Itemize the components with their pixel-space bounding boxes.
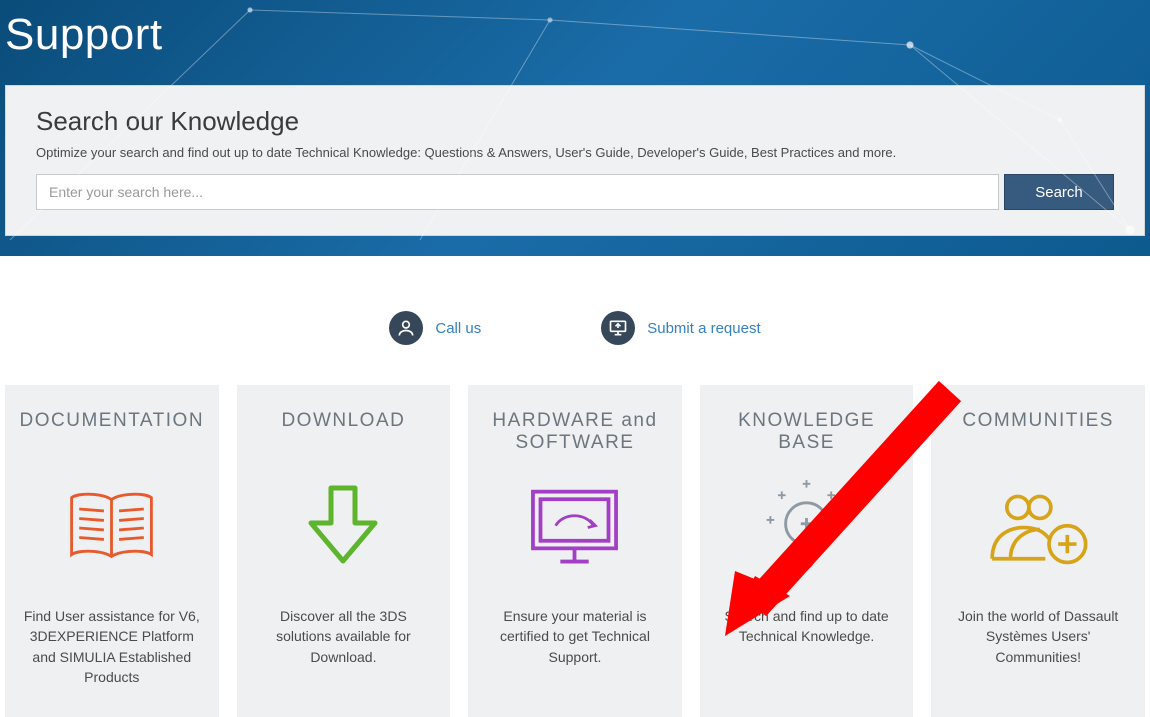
card-knowledge-base[interactable]: KNOWLEDGE BASE Searc: [700, 385, 914, 717]
card-title: DOCUMENTATION: [17, 410, 207, 458]
card-desc: Join the world of Dassault Systèmes User…: [943, 606, 1133, 667]
card-hardware-software[interactable]: HARDWARE and SOFTWARE Ensure your materi…: [468, 385, 682, 717]
card-title: KNOWLEDGE BASE: [712, 410, 902, 458]
card-desc: Discover all the 3DS solutions available…: [249, 606, 439, 667]
call-us-link[interactable]: Call us: [389, 311, 481, 345]
download-arrow-icon: [249, 468, 439, 588]
card-documentation[interactable]: DOCUMENTATION Find User assistance for V…: [5, 385, 219, 717]
monitor-icon: [480, 468, 670, 588]
content-area: Call us Submit a request DOCUMENTATION: [0, 311, 1150, 717]
card-title: DOWNLOAD: [249, 410, 439, 458]
page-title: Support: [0, 0, 1150, 85]
card-desc: Find User assistance for V6, 3DEXPERIENC…: [17, 606, 207, 687]
lightbulb-icon: [712, 468, 902, 588]
submit-request-label: Submit a request: [647, 320, 760, 337]
action-links-row: Call us Submit a request: [0, 311, 1150, 345]
card-communities[interactable]: COMMUNITIES Join the world of Dassault S…: [931, 385, 1145, 717]
search-button[interactable]: Search: [1004, 174, 1114, 210]
book-icon: [17, 468, 207, 588]
people-icon: [943, 468, 1133, 588]
card-desc: Search and find up to date Technical Kno…: [712, 606, 902, 647]
screen-share-icon: [601, 311, 635, 345]
call-us-label: Call us: [435, 320, 481, 337]
submit-request-link[interactable]: Submit a request: [601, 311, 760, 345]
hero-banner: Support Search our Knowledge Optimize yo…: [0, 0, 1150, 256]
search-panel: Search our Knowledge Optimize your searc…: [5, 85, 1145, 236]
search-heading: Search our Knowledge: [36, 106, 1114, 137]
card-title: COMMUNITIES: [943, 410, 1133, 458]
card-download[interactable]: DOWNLOAD Discover all the 3DS solutions …: [237, 385, 451, 717]
cards-row: DOCUMENTATION Find User assistance for V…: [0, 385, 1150, 717]
card-title: HARDWARE and SOFTWARE: [480, 410, 670, 458]
search-subtext: Optimize your search and find out up to …: [36, 145, 1114, 160]
card-desc: Ensure your material is certified to get…: [480, 606, 670, 667]
search-input[interactable]: [36, 174, 999, 210]
person-icon: [389, 311, 423, 345]
